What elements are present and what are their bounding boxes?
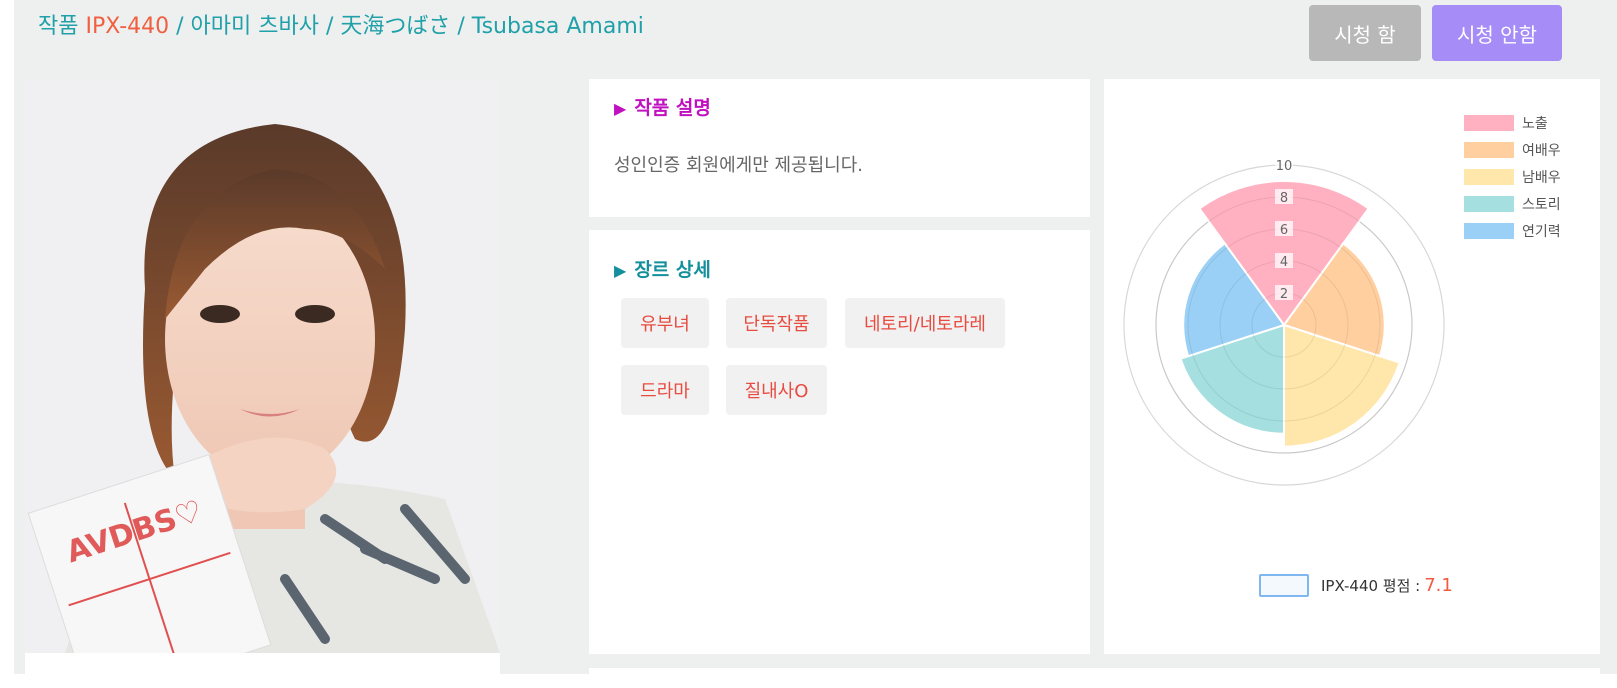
title-actress-names: / 아마미 츠바사 / 天海つばさ / Tsubasa Amami <box>169 14 644 39</box>
not-watched-button[interactable]: 시청 안함 <box>1432 5 1562 61</box>
genre-tag[interactable]: 드라마 <box>621 365 709 415</box>
description-panel: ▶ 작품 설명 성인인증 회원에게만 제공됩니다. <box>589 79 1090 217</box>
legend-label: 노출 <box>1522 116 1548 132</box>
watched-button[interactable]: 시청 함 <box>1309 5 1421 61</box>
rating-value: 7.1 <box>1424 575 1453 596</box>
legend-swatch <box>1464 169 1514 185</box>
tick-label: 2 <box>1280 287 1288 302</box>
genre-tag[interactable]: 유부녀 <box>621 298 709 348</box>
description-title: 작품 설명 <box>634 97 711 119</box>
legend-label: 스토리 <box>1522 197 1561 213</box>
rating-chart-panel: 2 4 6 8 10 노출 여배우 남배우 스토리 연기력 IPX-440 평점 : 7… <box>1104 79 1600 654</box>
polar-area-chart: 2 4 6 8 10 <box>1123 157 1445 486</box>
legend-item[interactable]: 연기력 <box>1464 222 1561 240</box>
product-code: IPX-440 <box>85 14 170 39</box>
legend-label: 여배우 <box>1522 143 1561 159</box>
genre-tag[interactable]: 네토리/네토라레 <box>845 298 1005 348</box>
legend-swatch <box>1464 223 1514 239</box>
rating-label: IPX-440 평점 : <box>1321 577 1421 595</box>
description-heading: ▶ 작품 설명 <box>614 93 711 120</box>
rating-swatch <box>1259 574 1309 597</box>
play-triangle-icon: ▶ <box>614 99 627 118</box>
actress-photo: AVDBS♡ <box>25 79 500 653</box>
description-text: 성인인증 회원에게만 제공됩니다. <box>614 155 864 176</box>
legend-swatch <box>1464 142 1514 158</box>
legend-swatch <box>1464 115 1514 131</box>
genre-heading: ▶ 장르 상세 <box>614 255 711 282</box>
tick-label: 8 <box>1280 191 1288 206</box>
legend-item[interactable]: 노출 <box>1464 114 1548 132</box>
poster-caption-area <box>25 653 500 674</box>
genre-tag[interactable]: 질내사O <box>726 365 827 415</box>
rating-legend: IPX-440 평점 : 7.1 <box>1259 574 1453 597</box>
legend-item[interactable]: 여배우 <box>1464 141 1561 159</box>
legend-swatch <box>1464 196 1514 212</box>
tick-label: 6 <box>1280 223 1288 238</box>
genre-title: 장르 상세 <box>634 259 711 281</box>
genre-panel: ▶ 장르 상세 유부녀 단독작품 네토리/네토라레 드라마 질내사O <box>589 230 1090 654</box>
genre-tag[interactable]: 단독작품 <box>726 298 827 348</box>
legend-item[interactable]: 스토리 <box>1464 195 1561 213</box>
title-prefix: 작품 <box>38 14 79 39</box>
bottom-panel <box>589 668 1600 688</box>
tick-label: 10 <box>1276 159 1293 174</box>
legend-item[interactable]: 남배우 <box>1464 168 1561 186</box>
legend-label: 연기력 <box>1522 224 1561 240</box>
tick-label: 4 <box>1280 255 1288 270</box>
play-triangle-icon: ▶ <box>614 261 627 280</box>
page-title: 작품 IPX-440 / 아마미 츠바사 / 天海つばさ / Tsubasa A… <box>38 8 644 40</box>
legend-label: 남배우 <box>1522 170 1561 186</box>
